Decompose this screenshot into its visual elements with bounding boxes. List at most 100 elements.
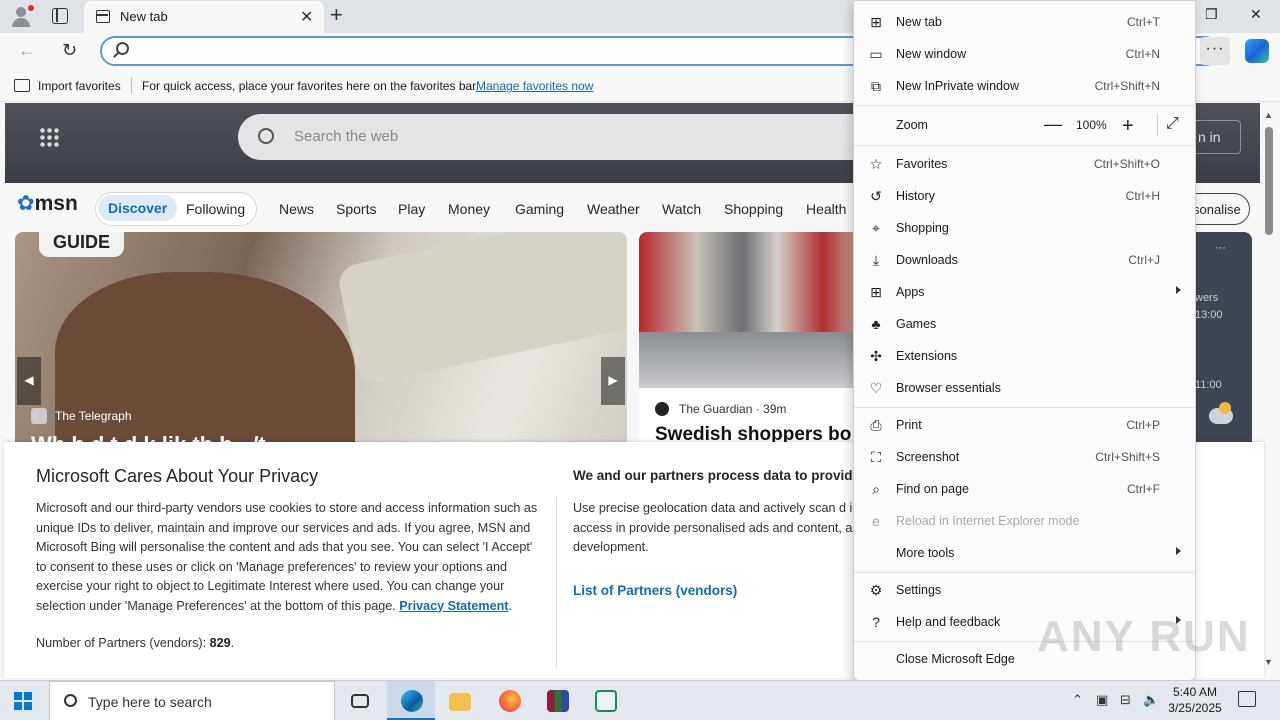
taskbar-edge[interactable] [387,681,435,720]
menu-item-new-window[interactable]: ▭ New window Ctrl+N [854,38,1195,70]
folder-icon [449,693,471,711]
chevron-up-icon[interactable]: ⌃ [1072,692,1083,708]
web-search-box[interactable]: Search the web [238,114,878,160]
msn-logo[interactable]: ✿msn [17,191,78,216]
taskbar-file-explorer[interactable] [435,681,483,720]
zoom-out-button[interactable]: — [1044,115,1062,133]
partners-count: 829 [209,636,231,650]
menu-item-favorites[interactable]: ☆ Favorites Ctrl+Shift+O [854,148,1195,180]
taskbar-app[interactable] [581,681,629,720]
network-icon[interactable]: ⊟ [1120,692,1131,708]
close-window-button[interactable]: ✕ [1250,6,1262,23]
clock-date: 3/25/2025 [1168,701,1222,715]
menu-item-games[interactable]: ♣ Games [854,308,1195,340]
menu-item-screenshot[interactable]: ⛶ Screenshot Ctrl+Shift+S [854,441,1195,473]
nav-health[interactable]: Health [806,201,846,217]
nav-shopping[interactable]: Shopping [724,201,783,217]
apps-icon: ⊞ [870,284,882,300]
menu-item-print[interactable]: ⎙ Print Ctrl+P [854,409,1195,441]
weather-card[interactable]: ··· wers 13:00 11:00 [1195,232,1252,452]
menu-item-new-tab[interactable]: ⊞ New tab Ctrl+T [854,6,1195,38]
favorites-hint: For quick access, place your favorites h… [142,79,479,93]
system-clock[interactable]: 5:40 AM 3/25/2025 [1165,684,1225,716]
menu-item-extensions[interactable]: ✣ Extensions [854,340,1195,372]
gear-icon: ⚙ [869,582,883,598]
nav-news[interactable]: News [279,201,314,217]
menu-label: Close Microsoft Edge [896,652,1015,666]
menu-shortcut: Ctrl+J [1128,253,1160,267]
scroll-up-icon[interactable]: ▲ [1264,110,1273,120]
notifications-icon[interactable] [1238,691,1256,707]
inprivate-icon: ⧉ [871,78,881,94]
settings-and-more-button[interactable]: ··· [1200,37,1230,65]
scroll-down-icon[interactable]: ▼ [1264,657,1273,667]
menu-divider [854,145,1195,146]
menu-item-browser-essentials[interactable]: ♡ Browser essentials [854,372,1195,404]
carousel-prev-button[interactable]: ◀ [17,357,41,405]
taskbar-winrar[interactable] [533,681,581,720]
menu-shortcut: Ctrl+Shift+O [1093,157,1160,171]
menu-label: Favorites [896,157,948,171]
privacy-statement-link[interactable]: Privacy Statement [399,599,508,613]
clock-time: 5:40 AM [1172,685,1218,699]
tag-icon: ⌖ [872,220,880,236]
menu-label: Zoom [896,118,928,132]
menu-shortcut: Ctrl+F [1127,482,1160,496]
windows-taskbar: Type here to search ⌃ ▣ ⊟ 🔈 5:40 AM 3/25… [0,680,1280,720]
page-scrollbar[interactable]: ▲ ▼ [1262,103,1276,680]
history-icon: ↺ [870,188,882,204]
nav-money[interactable]: Money [448,201,490,217]
menu-item-settings[interactable]: ⚙ Settings [854,574,1195,606]
taskbar-search-box[interactable]: Type here to search [49,681,335,720]
zoom-in-button[interactable]: + [1122,115,1134,138]
nav-play[interactable]: Play [398,201,425,217]
nav-weather[interactable]: Weather [587,201,640,217]
help-icon: ? [872,614,880,630]
import-favorites-button[interactable]: Import favorites [38,79,121,93]
maximize-button[interactable]: ❐ [1205,6,1218,23]
profile-avatar[interactable] [10,5,34,27]
copilot-icon[interactable] [1245,39,1269,63]
menu-item-new-inprivate-window[interactable]: ⧉ New InPrivate window Ctrl+Shift+N [854,70,1195,102]
vendors-list-link[interactable]: List of Partners (vendors) [573,583,737,598]
featured-story-card[interactable]: GUIDE ◀ ▶ The Telegraph Wh b d t d k lik… [15,232,627,452]
menu-item-apps[interactable]: ⊞ Apps [854,276,1195,308]
tab-title: New tab [120,9,168,24]
news-card[interactable]: The Guardian · 39m Swedish shoppers bo [639,232,869,452]
menu-item-shopping[interactable]: ⌖ Shopping [854,212,1195,244]
source-logo-icon [31,408,47,424]
app-window-icon [595,690,617,712]
address-input[interactable] [142,42,842,60]
new-tab-button[interactable]: + [330,2,343,28]
start-button[interactable] [14,692,32,710]
volume-icon[interactable]: 🔈 [1143,692,1159,708]
scroll-thumb[interactable] [1265,127,1273,235]
refresh-button[interactable]: ↻ [62,40,77,61]
back-button[interactable]: ← [18,40,36,61]
news-image-floor [639,332,869,388]
tab-actions-icon[interactable] [52,8,68,24]
tab-following[interactable]: Following [186,201,245,217]
menu-item-downloads[interactable]: ⤓ Downloads Ctrl+J [854,244,1195,276]
app-launcher-icon[interactable] [39,127,59,147]
nav-gaming[interactable]: Gaming [515,201,564,217]
menu-item-more-tools[interactable]: More tools [854,537,1195,569]
menu-label: Shopping [896,221,949,235]
tab-new-tab[interactable]: New tab ✕ [84,1,324,33]
tab-discover[interactable]: Discover [98,195,178,221]
device-icon[interactable]: ▣ [1096,692,1108,708]
search-icon [258,128,274,144]
nav-watch[interactable]: Watch [662,201,701,217]
carousel-next-button[interactable]: ▶ [601,357,625,405]
fullscreen-icon[interactable]: ⤢ [1166,115,1179,133]
menu-item-history[interactable]: ↺ History Ctrl+H [854,180,1195,212]
menu-label: Help and feedback [896,615,1001,629]
menu-item-find-on-page[interactable]: ⌕ Find on page Ctrl+F [854,473,1195,505]
task-view-button[interactable] [337,681,385,720]
taskbar-firefox[interactable] [485,681,533,720]
manage-favorites-link[interactable]: Manage favorites now [476,79,593,93]
card-more-icon[interactable]: ··· [1215,242,1226,254]
nav-sports[interactable]: Sports [336,201,376,217]
close-tab-icon[interactable]: ✕ [300,7,313,27]
menu-item-zoom: Zoom — 100% + ⤢ [854,109,1195,141]
